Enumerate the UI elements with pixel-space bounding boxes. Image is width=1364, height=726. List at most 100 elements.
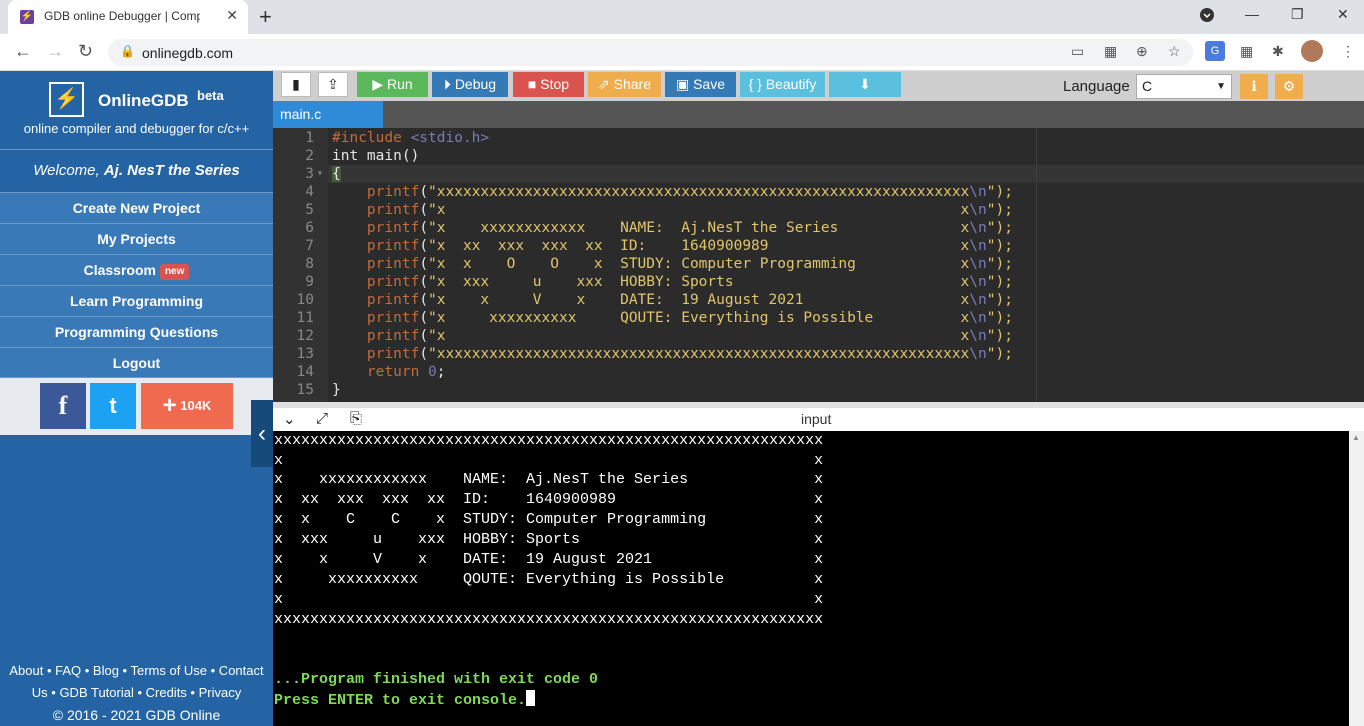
download-icon: ⬇ [859, 76, 871, 92]
line-number: 14 [296, 364, 314, 380]
apps-grid-icon[interactable]: ▦ [1240, 43, 1253, 60]
new-badge: new [159, 264, 190, 280]
file-icon: ▮ [292, 76, 300, 92]
console-line: x x [274, 591, 824, 608]
sidebar-item-label: Logout [112, 355, 161, 371]
footer-links-line1[interactable]: About • FAQ • Blog • Terms of Use • Cont… [0, 660, 273, 682]
sidebar-menu: Create New Project My Projects Classroom… [0, 192, 273, 378]
copy-output-icon[interactable]: ⎘ [350, 410, 362, 427]
bookmark-star-icon[interactable]: ☆ [1168, 43, 1181, 60]
onlinegdb-favicon-icon: ⚡ [20, 10, 34, 24]
share-count-button[interactable]: + 104K [141, 383, 233, 429]
footer-links-line2[interactable]: Us • GDB Tutorial • Credits • Privacy [0, 682, 273, 704]
code-line: printf("x x V x DATE: 19 August 2021 x\n… [366, 292, 1013, 308]
collapse-console-icon[interactable]: ⌄ [283, 410, 296, 428]
back-icon[interactable]: ← [14, 41, 32, 62]
line-number: 5 [305, 202, 314, 218]
close-window-icon[interactable]: ✕ [1337, 6, 1349, 23]
console-line: x xxxxxxxxxxxx NAME: Aj.NesT the Series … [274, 471, 824, 488]
expand-icon[interactable]: ⤢ [316, 410, 328, 427]
beautify-button[interactable]: { } Beautify [740, 72, 825, 97]
twitter-share-button[interactable]: t [90, 383, 136, 429]
address-bar: ← → ↻ 🔒 onlinegdb.com ▭ ▦ ⊕ ☆ G ▦ ✱ ⋮ [0, 34, 1364, 71]
code-line: { [332, 166, 341, 182]
stop-button[interactable]: ■ Stop [513, 72, 584, 97]
stop-label: Stop [540, 76, 570, 92]
save-label: Save [693, 76, 726, 92]
code-line: printf("x x\n"); [366, 202, 1013, 218]
welcome-message: Welcome, Aj. NesT the Series [0, 149, 273, 191]
fold-arrow-icon[interactable]: ▾ [317, 168, 323, 179]
upload-file-button[interactable]: ⇪ [318, 72, 348, 97]
language-label: Language [1063, 78, 1130, 95]
sidebar: ⚡ OnlineGDB beta online compiler and deb… [0, 71, 273, 726]
new-tab-icon[interactable]: + [259, 4, 272, 30]
share-button[interactable]: ⇗ Share [588, 72, 661, 97]
line-number: 9 [305, 274, 314, 290]
play-icon: ▶ [372, 76, 384, 92]
zoom-icon[interactable]: ⊕ [1136, 43, 1148, 60]
plus-icon: + [162, 392, 177, 419]
file-tab-main-c[interactable]: main.c [273, 101, 383, 128]
upload-icon: ⇪ [327, 76, 339, 92]
menu-dots-icon[interactable]: ⋮ [1341, 43, 1355, 60]
exit-status-line: ...Program finished with exit code 0 [274, 671, 599, 688]
beautify-label: { } Beautify [748, 76, 817, 92]
sidebar-item-programming-questions[interactable]: Programming Questions [0, 316, 273, 347]
extensions-icon[interactable]: ✱ [1272, 43, 1284, 60]
sidebar-item-create-new-project[interactable]: Create New Project [0, 192, 273, 223]
share-label: Share [613, 76, 651, 92]
sidebar-item-label: Create New Project [72, 200, 201, 216]
maximize-icon[interactable]: ❐ [1291, 6, 1304, 23]
translate-icon[interactable]: G [1205, 41, 1225, 61]
reload-icon[interactable]: ↻ [78, 41, 93, 62]
console-output[interactable]: xxxxxxxxxxxxxxxxxxxxxxxxxxxxxxxxxxxxxxxx… [273, 431, 1349, 726]
qr-code-icon[interactable]: ▦ [1104, 43, 1117, 60]
sidebar-item-classroom[interactable]: Classroom new [0, 254, 273, 285]
collapse-sidebar-button[interactable]: ‹ [251, 400, 273, 467]
url-field[interactable]: 🔒 onlinegdb.com [108, 39, 1193, 66]
browser-tab[interactable]: ⚡ GDB online Debugger | Compiler ✕ [8, 0, 248, 34]
facebook-share-button[interactable]: f [40, 383, 86, 429]
text-cursor [526, 690, 536, 706]
run-label: Run [386, 76, 413, 92]
welcome-prefix: Welcome, [33, 162, 104, 179]
brand-tagline: online compiler and debugger for c/c++ [23, 121, 250, 136]
new-file-button[interactable]: ▮ [281, 72, 311, 97]
console-scrollbar[interactable]: ▲ [1349, 431, 1364, 726]
language-select[interactable]: C ▼ [1136, 74, 1232, 99]
browser-tab-bar: ⚡ GDB online Debugger | Compiler ✕ + — ❐… [0, 0, 1364, 34]
toolbar: ▮ ⇪ ▶ Run ⏵ Debug ■ Stop ⇗ Share ▣ Save … [273, 71, 1364, 101]
code-line: printf("x xx xxx xxx xx ID: 1640900989 x… [366, 238, 1013, 254]
exit-prompt-text: Press ENTER to exit console. [274, 692, 527, 709]
minimize-icon[interactable]: — [1245, 6, 1259, 22]
code-editor[interactable]: 1 2 3 ▾ 4 5 6 7 8 9 10 11 12 13 14 15 #i… [273, 128, 1364, 402]
sidebar-item-learn-programming[interactable]: Learn Programming [0, 285, 273, 316]
close-tab-icon[interactable]: ✕ [226, 7, 238, 24]
console-line: xxxxxxxxxxxxxxxxxxxxxxxxxxxxxxxxxxxxxxxx… [274, 432, 824, 449]
brand[interactable]: ⚡ OnlineGDB beta online compiler and deb… [0, 71, 273, 149]
sidebar-item-my-projects[interactable]: My Projects [0, 223, 273, 254]
settings-button[interactable]: ⚙ [1275, 74, 1303, 99]
debug-button[interactable]: ⏵ Debug [432, 72, 508, 97]
line-number: 12 [296, 328, 314, 344]
run-button[interactable]: ▶ Run [357, 72, 428, 97]
console-line: xxxxxxxxxxxxxxxxxxxxxxxxxxxxxxxxxxxxxxxx… [274, 611, 824, 628]
info-button[interactable]: ℹ [1240, 74, 1268, 99]
console-header: ⌄ ⤢ ⎘ input [273, 408, 1364, 431]
tab-search-icon[interactable] [1200, 8, 1214, 25]
console-line: x x V x DATE: 19 August 2021 x [274, 551, 824, 568]
code-line: return 0; [366, 364, 446, 380]
gear-icon: ⚙ [1282, 78, 1296, 94]
cast-icon[interactable]: ▭ [1071, 43, 1084, 60]
code-line: int main() [332, 148, 420, 164]
line-number: 11 [296, 310, 314, 326]
sidebar-item-logout[interactable]: Logout [0, 347, 273, 378]
profile-avatar[interactable] [1301, 40, 1323, 62]
forward-icon[interactable]: → [46, 41, 64, 62]
download-button[interactable]: ⬇ [829, 72, 901, 97]
save-button[interactable]: ▣ Save [665, 72, 736, 97]
scroll-up-icon[interactable]: ▲ [1352, 433, 1360, 442]
line-number: 10 [296, 292, 314, 308]
code-line: printf("x xxx u xxx HOBBY: Sports x\n"); [366, 274, 1013, 290]
